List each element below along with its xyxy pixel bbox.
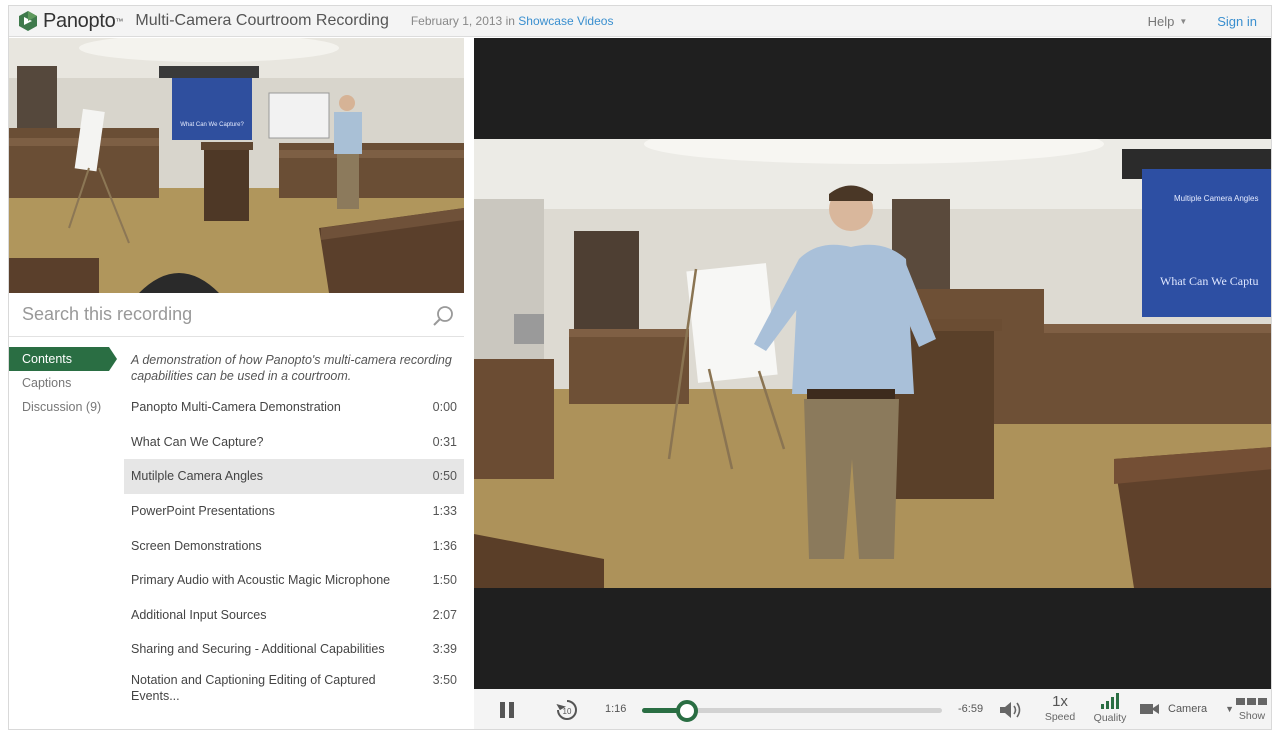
header-bar: Panopto ™ Multi-Camera Courtroom Recordin… — [9, 6, 1271, 37]
list-item[interactable]: Additional Input Sources 2:07 — [124, 598, 464, 633]
list-item[interactable]: Primary Audio with Acoustic Magic Microp… — [124, 563, 464, 598]
help-label: Help — [1147, 13, 1175, 29]
entry-title: What Can We Capture? — [131, 434, 264, 449]
show-layout-toggle[interactable]: Show — [1234, 697, 1270, 722]
contents-list: A demonstration of how Panopto's multi-c… — [124, 347, 464, 729]
list-item[interactable]: Screen Demonstrations 1:36 — [124, 528, 464, 563]
tab-captions[interactable]: Captions — [9, 371, 123, 395]
tab-contents[interactable]: Contents — [9, 347, 117, 371]
quality-control[interactable]: Quality — [1088, 693, 1132, 724]
entry-title: Mutilple Camera Angles — [131, 469, 264, 484]
main-slide-heading: Multiple Camera Angles — [1174, 194, 1258, 203]
layout-grid-icon — [1236, 698, 1267, 705]
chevron-down-icon: ▼ — [1179, 16, 1188, 26]
player-controls: 10 1:16 -6:59 1x Speed Quality Camera ▼ … — [474, 689, 1271, 729]
entry-title: Sharing and Securing - Additional Capabi… — [131, 642, 385, 657]
volume-icon[interactable] — [998, 699, 1024, 721]
seek-bar[interactable] — [642, 700, 942, 722]
remaining-time: -6:59 — [958, 703, 984, 715]
main-video-player[interactable]: Multiple Camera Angles What Can We Captu — [474, 38, 1271, 689]
speed-control[interactable]: 1x Speed — [1042, 693, 1078, 723]
panopto-logo[interactable]: Panopto ™ — [17, 10, 123, 33]
sign-in-link[interactable]: Sign in — [1217, 14, 1257, 29]
chevron-down-icon: ▼ — [1225, 704, 1235, 714]
entry-title: Notation and Captioning Editing of Captu… — [131, 672, 376, 703]
sidebar-nav: Contents Captions Discussion (9) — [9, 347, 123, 419]
search-input[interactable] — [22, 304, 402, 325]
main-video-frame: Multiple Camera Angles What Can We Captu — [474, 139, 1271, 588]
search-bar — [9, 293, 464, 337]
entry-title: PowerPoint Presentations — [131, 504, 275, 519]
help-menu[interactable]: Help ▼ — [1148, 14, 1188, 29]
entry-title: Screen Demonstrations — [131, 538, 262, 553]
entry-time: 1:36 — [432, 538, 457, 553]
camera-icon — [1140, 704, 1159, 714]
list-item[interactable]: Notation and Captioning Editing of Captu… — [124, 667, 464, 713]
search-icon[interactable] — [432, 305, 454, 327]
current-time: 1:16 — [605, 703, 627, 715]
recording-date: February 1, 2013 — [410, 14, 503, 28]
entry-time: 1:33 — [432, 504, 457, 519]
camera-selector[interactable]: Camera ▼ — [1140, 703, 1234, 715]
svg-text:10: 10 — [563, 707, 572, 716]
list-item[interactable]: Panopto Multi-Camera Demonstration 0:00 — [124, 390, 464, 425]
entry-time: 0:31 — [432, 434, 457, 449]
recording-title: Multi-Camera Courtroom Recording — [135, 12, 389, 29]
logo-text: Panopto — [43, 9, 116, 32]
trademark-mark: ™ — [115, 16, 124, 26]
recording-description: A demonstration of how Panopto's multi-c… — [131, 353, 452, 383]
courtroom-thumbnail-image: What Can We Capture? — [9, 38, 464, 293]
entry-time: 3:50 — [432, 672, 457, 687]
list-item[interactable]: What Can We Capture? 0:31 — [124, 425, 464, 460]
main-slide-text: What Can We Captu — [1160, 274, 1258, 288]
secondary-video-thumbnail[interactable]: What Can We Capture? — [9, 38, 464, 293]
folder-link[interactable]: Showcase Videos — [518, 14, 613, 28]
recording-meta: February 1, 2013 in Showcase Videos — [411, 14, 614, 28]
header-actions: Help ▼ Sign in — [1148, 14, 1257, 29]
list-item[interactable]: Sharing and Securing - Additional Capabi… — [124, 632, 464, 667]
rewind-10-icon[interactable]: 10 — [554, 697, 580, 723]
entry-time: 3:39 — [432, 642, 457, 657]
pause-icon[interactable] — [498, 701, 516, 719]
entry-title: Primary Audio with Acoustic Magic Microp… — [131, 573, 391, 588]
show-label: Show — [1238, 710, 1266, 722]
list-item-current[interactable]: Mutilple Camera Angles 0:50 — [124, 459, 464, 494]
entry-title: Panopto Multi-Camera Demonstration — [131, 400, 341, 415]
tab-discussion[interactable]: Discussion (9) — [9, 395, 123, 419]
meta-in-word: in — [505, 14, 515, 28]
player-window: Panopto ™ Multi-Camera Courtroom Recordin… — [8, 5, 1272, 730]
camera-label: Camera — [1168, 703, 1208, 715]
speed-value: 1x — [1052, 693, 1068, 710]
panopto-logo-icon — [19, 11, 37, 31]
quality-label: Quality — [1093, 712, 1127, 724]
seek-handle[interactable] — [676, 700, 698, 722]
entry-time: 2:07 — [432, 607, 457, 622]
entry-title: Additional Input Sources — [131, 607, 267, 622]
entry-time: 1:50 — [432, 573, 457, 588]
speed-label: Speed — [1044, 711, 1076, 723]
entry-time: 0:50 — [432, 469, 457, 484]
list-item[interactable]: PowerPoint Presentations 1:33 — [124, 494, 464, 529]
signal-bars-icon — [1101, 693, 1119, 709]
entry-time: 0:00 — [432, 400, 457, 415]
thumb-slide-text: What Can We Capture? — [180, 122, 244, 128]
